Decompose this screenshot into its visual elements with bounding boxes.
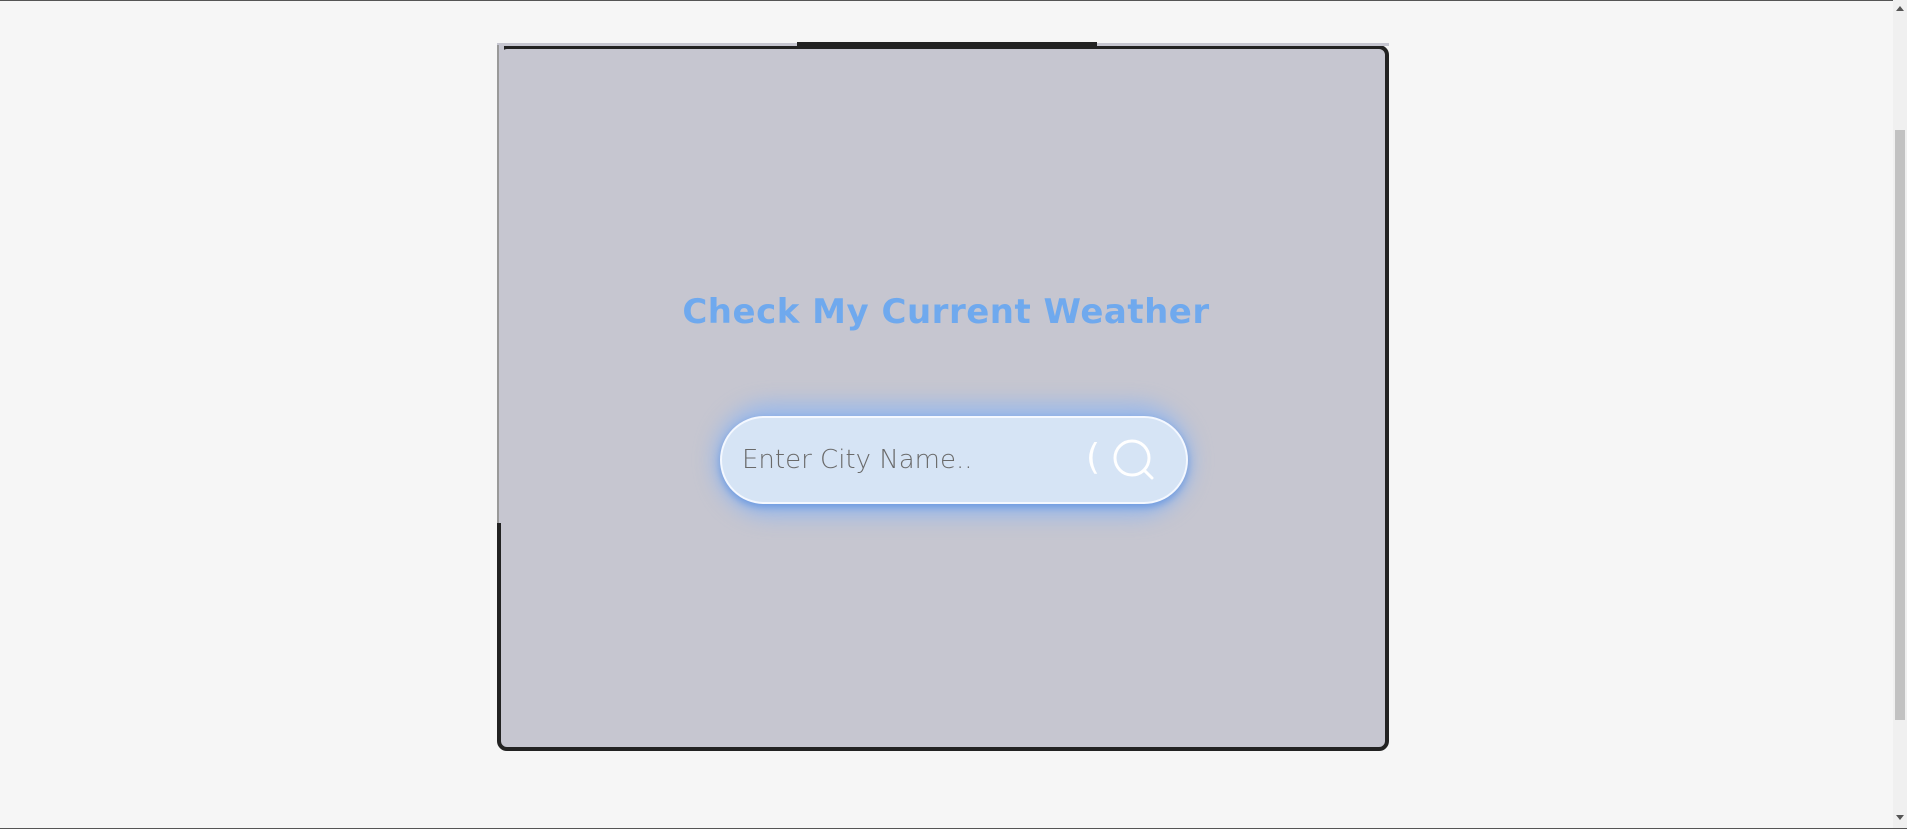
paren-glyph: ( (1086, 437, 1101, 478)
search-icon (1113, 439, 1154, 480)
scrollbar-thumb[interactable] (1895, 130, 1905, 720)
card-top-edge-left (497, 43, 797, 46)
card-left-edge (497, 45, 504, 523)
search-button[interactable] (1108, 434, 1160, 486)
weather-card (497, 45, 1389, 751)
window-top-border (0, 0, 1907, 1)
card-top-edge-right (1097, 43, 1389, 46)
city-search-input[interactable] (742, 440, 1062, 480)
scroll-up-arrow-icon[interactable] (1896, 6, 1904, 11)
page-title: Check My Current Weather (682, 292, 1210, 332)
card-top-notch (797, 42, 1097, 46)
scroll-down-arrow-icon[interactable] (1896, 815, 1904, 820)
